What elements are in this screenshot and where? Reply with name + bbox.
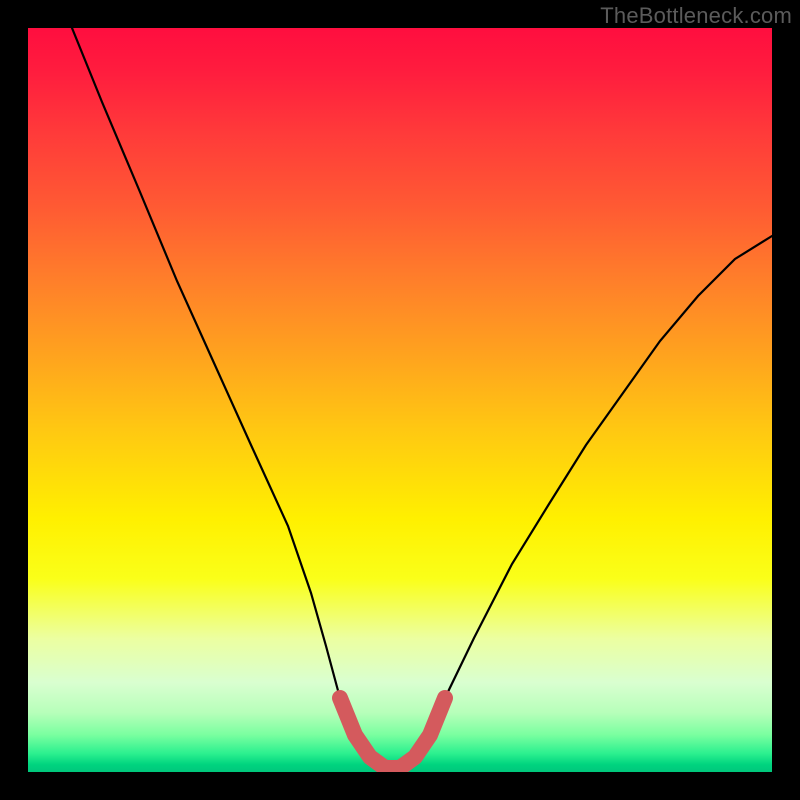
floor-highlight (340, 698, 445, 768)
watermark-text: TheBottleneck.com (600, 3, 792, 29)
plot-area (28, 28, 772, 772)
chart-frame: TheBottleneck.com (0, 0, 800, 800)
curve-layer (28, 28, 772, 772)
bottleneck-curve (72, 28, 772, 768)
